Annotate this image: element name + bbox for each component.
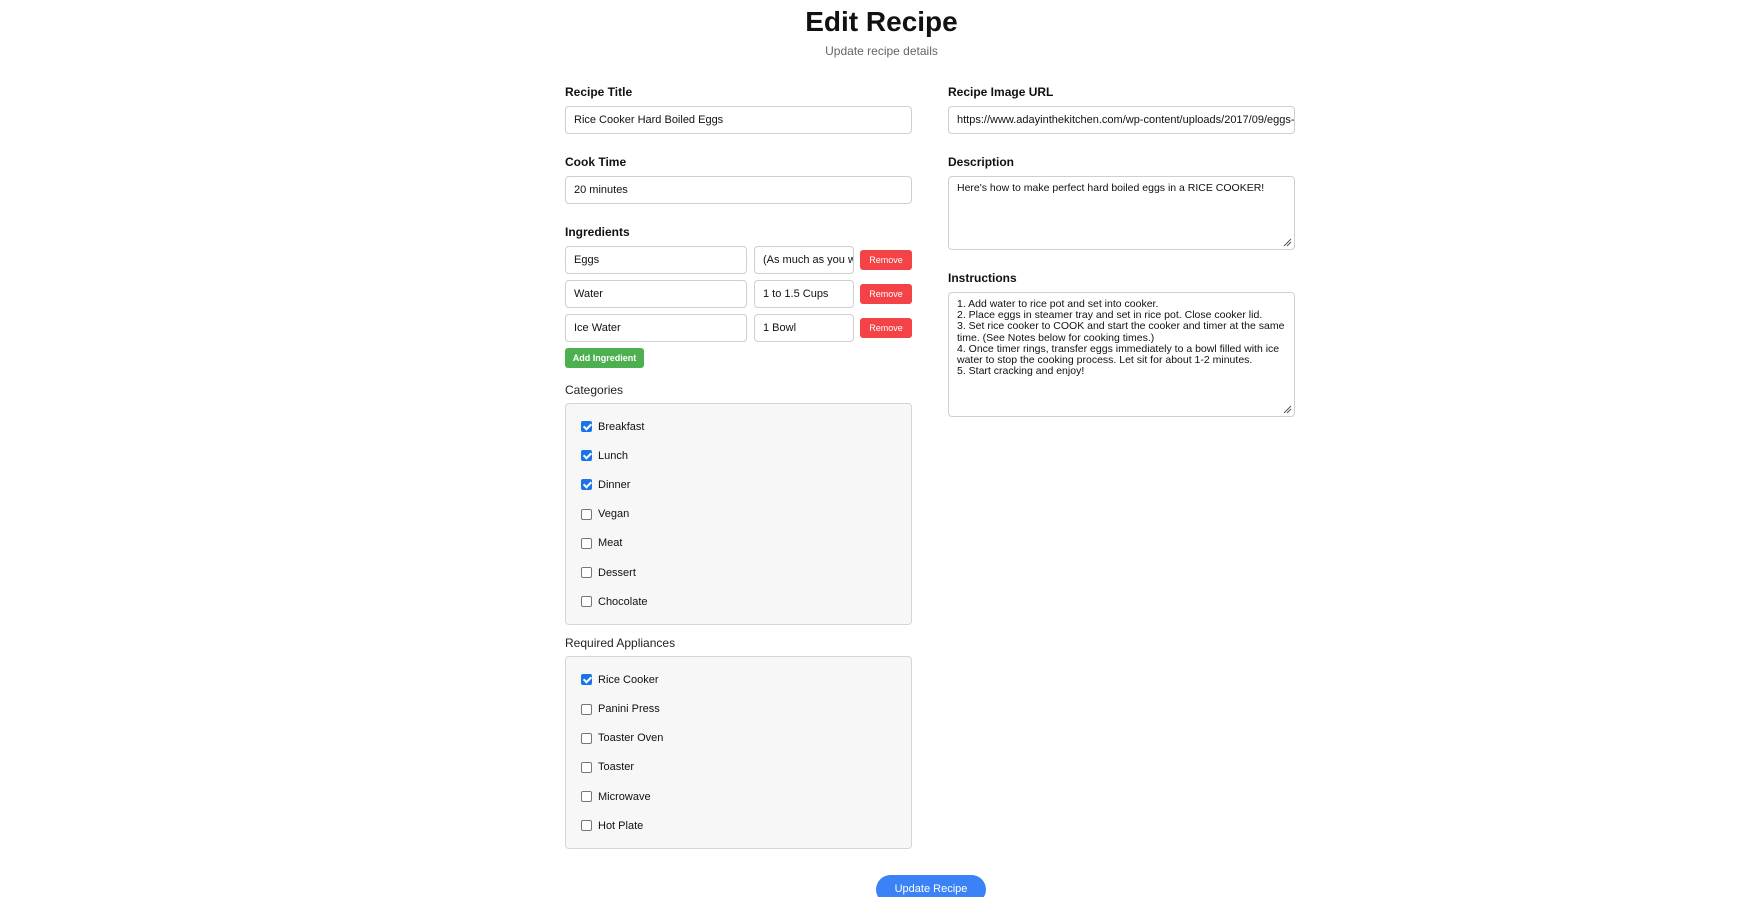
appliance-option-label: Hot Plate <box>598 819 644 832</box>
instructions-textarea[interactable]: 1. Add water to rice pot and set into co… <box>948 292 1295 417</box>
category-option[interactable]: Dinner <box>581 470 911 499</box>
cook-time-input[interactable]: 20 minutes <box>565 176 912 204</box>
appliance-option[interactable]: Toaster <box>581 753 911 782</box>
category-option[interactable]: Lunch <box>581 441 911 470</box>
image-url-input[interactable]: https://www.adayinthekitchen.com/wp-cont… <box>948 106 1295 134</box>
ingredient-row: Water 1 to 1.5 Cups Remove <box>565 280 912 308</box>
add-ingredient-button[interactable]: Add Ingredient <box>565 348 644 368</box>
ingredients-list: Eggs (As much as you w Remove Water 1 to… <box>565 246 912 342</box>
appliance-option-label: Microwave <box>598 790 651 803</box>
category-checkbox[interactable] <box>581 537 592 549</box>
appliance-checkbox[interactable] <box>581 820 592 832</box>
appliance-checkbox[interactable] <box>581 703 592 715</box>
category-option-label: Breakfast <box>598 420 645 433</box>
category-checkbox[interactable] <box>581 450 592 462</box>
instructions-line: 3. Set rice cooker to COOK and start the… <box>957 320 1285 333</box>
appliances-group: Rice Cooker Panini Press Toaster Oven To… <box>565 656 912 850</box>
appliance-checkbox[interactable] <box>581 674 592 686</box>
right-column: Recipe Image URL https://www.adayintheki… <box>948 84 1295 417</box>
category-option-label: Dinner <box>598 478 631 491</box>
appliance-option-label: Toaster <box>598 761 635 774</box>
ingredient-name-input[interactable]: Eggs <box>565 246 747 274</box>
image-url-label: Recipe Image URL <box>948 85 1054 99</box>
appliance-checkbox[interactable] <box>581 761 592 773</box>
category-option[interactable]: Dessert <box>581 558 911 587</box>
appliance-option[interactable]: Panini Press <box>581 695 911 724</box>
description-textarea[interactable]: Here's how to make perfect hard boiled e… <box>948 176 1295 250</box>
categories-label: Categories <box>565 383 624 397</box>
instructions-line: 5. Start cracking and enjoy! <box>957 365 1085 378</box>
category-checkbox[interactable] <box>581 479 592 491</box>
page-subtitle: Update recipe details <box>825 44 938 58</box>
resize-grip-icon[interactable] <box>1283 238 1292 247</box>
appliances-label: Required Appliances <box>565 636 676 651</box>
ingredient-quantity-input[interactable]: (As much as you w <box>754 246 854 274</box>
page-title: Edit Recipe <box>805 6 958 37</box>
recipe-title-label: Recipe Title <box>565 85 633 99</box>
remove-ingredient-button[interactable]: Remove <box>860 318 912 338</box>
ingredient-quantity-input[interactable]: 1 to 1.5 Cups <box>754 280 854 308</box>
appliance-checkbox[interactable] <box>581 791 592 803</box>
remove-ingredient-button[interactable]: Remove <box>860 250 912 270</box>
category-option[interactable]: Chocolate <box>581 587 911 616</box>
recipe-title-input[interactable]: Rice Cooker Hard Boiled Eggs <box>565 106 912 134</box>
appliance-option[interactable]: Rice Cooker <box>581 665 911 694</box>
appliance-option-label: Rice Cooker <box>598 673 659 686</box>
ingredient-row: Ice Water 1 Bowl Remove <box>565 314 912 342</box>
category-option-label: Lunch <box>598 449 628 462</box>
description-text: Here's how to make perfect hard boiled e… <box>957 182 1265 194</box>
category-option-label: Dessert <box>598 566 636 579</box>
category-option-label: Chocolate <box>598 595 648 608</box>
category-option-label: Meat <box>598 537 623 550</box>
resize-grip-icon[interactable] <box>1283 405 1292 414</box>
category-option-label: Vegan <box>598 508 630 521</box>
ingredient-quantity-input[interactable]: 1 Bowl <box>754 314 854 342</box>
appliance-checkbox[interactable] <box>581 732 592 744</box>
instructions-label: Instructions <box>948 271 1017 285</box>
ingredient-name-input[interactable]: Ice Water <box>565 314 747 342</box>
update-recipe-button[interactable]: Update Recipe <box>876 875 986 897</box>
appliance-option[interactable]: Hot Plate <box>581 811 911 840</box>
categories-group: Breakfast Lunch Dinner Vegan Meat Desser… <box>565 403 912 626</box>
remove-ingredient-button[interactable]: Remove <box>860 284 912 304</box>
appliance-option[interactable]: Microwave <box>581 782 911 811</box>
category-checkbox[interactable] <box>581 596 592 608</box>
category-checkbox[interactable] <box>581 567 592 579</box>
cook-time-label: Cook Time <box>565 155 627 169</box>
category-checkbox[interactable] <box>581 421 592 433</box>
category-option[interactable]: Breakfast <box>581 412 911 441</box>
left-column: Recipe Title Rice Cooker Hard Boiled Egg… <box>565 84 912 850</box>
ingredient-row: Eggs (As much as you w Remove <box>565 246 912 274</box>
ingredient-name-input[interactable]: Water <box>565 280 747 308</box>
category-checkbox[interactable] <box>581 508 592 520</box>
appliance-option-label: Toaster Oven <box>598 732 664 745</box>
description-label: Description <box>948 155 1015 169</box>
category-option[interactable]: Vegan <box>581 500 911 529</box>
appliance-option-label: Panini Press <box>598 703 660 716</box>
appliance-option[interactable]: Toaster Oven <box>581 724 911 753</box>
category-option[interactable]: Meat <box>581 529 911 558</box>
ingredients-label: Ingredients <box>565 225 630 239</box>
